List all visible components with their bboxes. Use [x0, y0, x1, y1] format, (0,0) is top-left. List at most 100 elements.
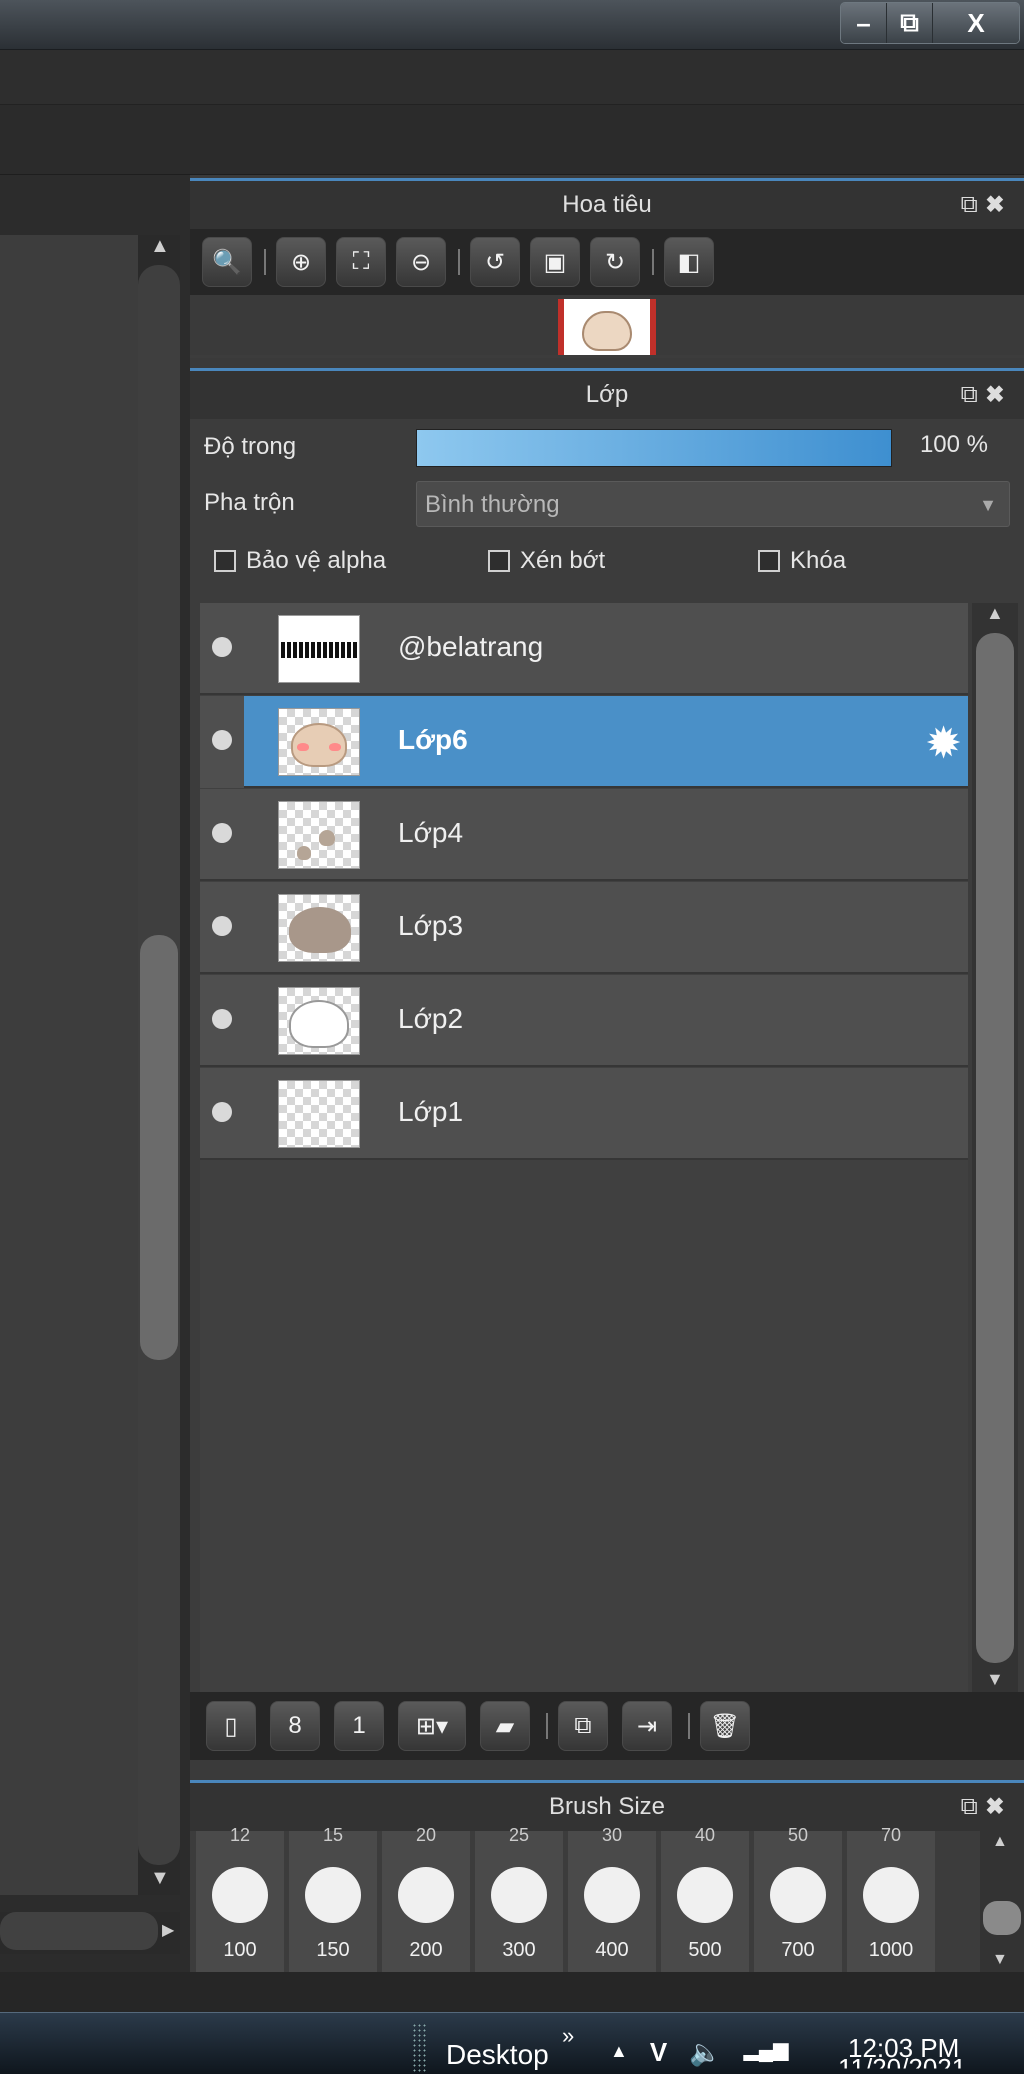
brush-top-value: 15: [322, 1825, 344, 1845]
panel-title: Brush Size: [548, 1793, 666, 1820]
window-controls: – ⧉ X: [840, 2, 1020, 44]
visibility-icon[interactable]: [212, 1009, 232, 1029]
fit-screen-icon[interactable]: ⛶: [336, 237, 386, 287]
visibility-icon[interactable]: [212, 916, 232, 936]
flip-icon[interactable]: ◧: [664, 237, 714, 287]
volume-icon[interactable]: 🔈: [689, 2037, 721, 2068]
layer-row[interactable]: Lớp1: [200, 1068, 968, 1160]
layer-row[interactable]: Lớp3: [200, 882, 968, 974]
chevron-right-icon[interactable]: »: [562, 2023, 574, 2049]
new-8bit-layer-icon[interactable]: 8: [270, 1701, 320, 1751]
opacity-row: Độ trong 100 %: [190, 419, 1024, 475]
blend-mode-select[interactable]: Bình thường ▼: [416, 481, 1010, 527]
scroll-thumb[interactable]: [983, 1901, 1021, 1935]
brush-size-cell[interactable]: 50 700: [754, 1825, 842, 1975]
brush-dot-icon: [491, 1867, 547, 1923]
merge-down-icon[interactable]: ⇥: [622, 1701, 672, 1751]
layer-row-selected[interactable]: Lớp6 ✹: [200, 696, 968, 788]
undock-icon[interactable]: ⧉: [961, 1793, 986, 1820]
gear-icon[interactable]: ✹: [925, 718, 962, 769]
brush-size-cell[interactable]: 20 200: [382, 1825, 470, 1975]
opacity-slider[interactable]: [416, 429, 892, 467]
layer-thumbnail: [278, 1080, 360, 1148]
canvas-vertical-scrollbar[interactable]: ▲ ▼: [138, 235, 180, 1895]
brush-size-cell[interactable]: 40 500: [661, 1825, 749, 1975]
checkbox-box[interactable]: [758, 550, 780, 572]
scroll-thumb[interactable]: [140, 935, 178, 1360]
zoom-fit-icon[interactable]: 🔍: [202, 237, 252, 287]
lock-checkbox[interactable]: Khóa: [758, 547, 846, 575]
brush-scrollbar[interactable]: ▲ ▼: [980, 1831, 1024, 1975]
navigator-preview[interactable]: [190, 295, 1024, 355]
visibility-icon[interactable]: [212, 637, 232, 657]
clock-date[interactable]: 11/20/2021: [838, 2053, 966, 2069]
checkbox-box[interactable]: [488, 550, 510, 572]
desktop-toolbar-label[interactable]: Desktop: [446, 2039, 549, 2071]
layer-thumbnail: [278, 894, 360, 962]
close-button[interactable]: X: [933, 3, 1019, 43]
scroll-up-arrow-icon[interactable]: ▲: [986, 603, 1004, 624]
add-layer-dropdown-icon[interactable]: ⊞▾: [398, 1701, 466, 1751]
undock-icon[interactable]: ⧉: [961, 191, 986, 218]
scroll-thumb[interactable]: [976, 633, 1014, 1663]
scroll-down-arrow-icon[interactable]: ▼: [150, 1867, 170, 1890]
close-panel-icon[interactable]: ✖: [986, 1793, 1012, 1820]
status-bar: [0, 1972, 1024, 2012]
layer-thumbnail: [278, 801, 360, 869]
layer-name: Lớp3: [398, 910, 464, 941]
checkbox-label: Bảo vệ alpha: [246, 547, 387, 574]
layer-row[interactable]: @belatrang: [200, 603, 968, 695]
actual-size-icon[interactable]: ▣: [530, 237, 580, 287]
scroll-up-arrow-icon[interactable]: ▲: [992, 1833, 1008, 1851]
visibility-icon[interactable]: [212, 730, 232, 750]
brush-size-value: 500: [688, 1939, 722, 1961]
brush-top-value: 70: [880, 1825, 902, 1845]
delete-icon[interactable]: 🗑: [700, 1701, 750, 1751]
rotate-left-icon[interactable]: ↺: [470, 237, 520, 287]
close-panel-icon[interactable]: ✖: [986, 191, 1012, 218]
app-v-icon[interactable]: V: [650, 2037, 667, 2068]
folder-icon[interactable]: ▰: [480, 1701, 530, 1751]
brush-dot-icon: [398, 1867, 454, 1923]
blend-row: Pha trộn Bình thường ▼: [190, 475, 1024, 531]
brush-size-cell[interactable]: 30 400: [568, 1825, 656, 1975]
canvas-horizontal-scrollbar[interactable]: ▶: [0, 1912, 180, 1954]
undock-icon[interactable]: ⧉: [961, 381, 986, 408]
show-hidden-icons-icon[interactable]: ▲: [610, 2041, 628, 2068]
rotate-right-icon[interactable]: ↻: [590, 237, 640, 287]
brush-dot-icon: [770, 1867, 826, 1923]
clipping-checkbox[interactable]: Xén bớt: [488, 547, 605, 575]
brush-size-cell[interactable]: 25 300: [475, 1825, 563, 1975]
brush-size-cell[interactable]: 15 150: [289, 1825, 377, 1975]
new-1bit-layer-icon[interactable]: 1: [334, 1701, 384, 1751]
minimize-button[interactable]: –: [841, 3, 887, 43]
scroll-right-arrow-icon[interactable]: ▶: [162, 1920, 174, 1940]
duplicate-icon[interactable]: ⧉: [558, 1701, 608, 1751]
close-panel-icon[interactable]: ✖: [986, 381, 1012, 408]
visibility-icon[interactable]: [212, 823, 232, 843]
brush-top-value: 50: [787, 1825, 809, 1845]
panel-header: Lớp ⧉✖: [190, 371, 1024, 419]
scroll-track[interactable]: [0, 1912, 158, 1950]
brush-size-cell[interactable]: 12 100: [196, 1825, 284, 1975]
protect-alpha-checkbox[interactable]: Bảo vệ alpha: [214, 547, 386, 575]
scroll-up-arrow-icon[interactable]: ▲: [150, 235, 170, 258]
restore-button[interactable]: ⧉: [887, 3, 933, 43]
scroll-down-arrow-icon[interactable]: ▼: [992, 1951, 1008, 1969]
brush-size-cell[interactable]: 70 1000: [847, 1825, 935, 1975]
layer-name: Lớp1: [398, 1096, 464, 1127]
scroll-down-arrow-icon[interactable]: ▼: [986, 1669, 1004, 1690]
taskbar-grip[interactable]: [412, 2023, 428, 2073]
signal-icon[interactable]: ▂▄▆: [744, 2037, 789, 2068]
zoom-out-icon[interactable]: ⊖: [396, 237, 446, 287]
zoom-in-icon[interactable]: ⊕: [276, 237, 326, 287]
layer-list-scrollbar[interactable]: ▲ ▼: [972, 603, 1018, 1693]
checkbox-box[interactable]: [214, 550, 236, 572]
preview-thumbnail: [558, 299, 656, 355]
layer-row[interactable]: Lớp2: [200, 975, 968, 1067]
checkbox-label: Khóa: [790, 547, 847, 574]
layer-row[interactable]: Lớp4: [200, 789, 968, 881]
new-layer-icon[interactable]: ▯: [206, 1701, 256, 1751]
canvas[interactable]: [0, 235, 138, 1895]
visibility-icon[interactable]: [212, 1102, 232, 1122]
